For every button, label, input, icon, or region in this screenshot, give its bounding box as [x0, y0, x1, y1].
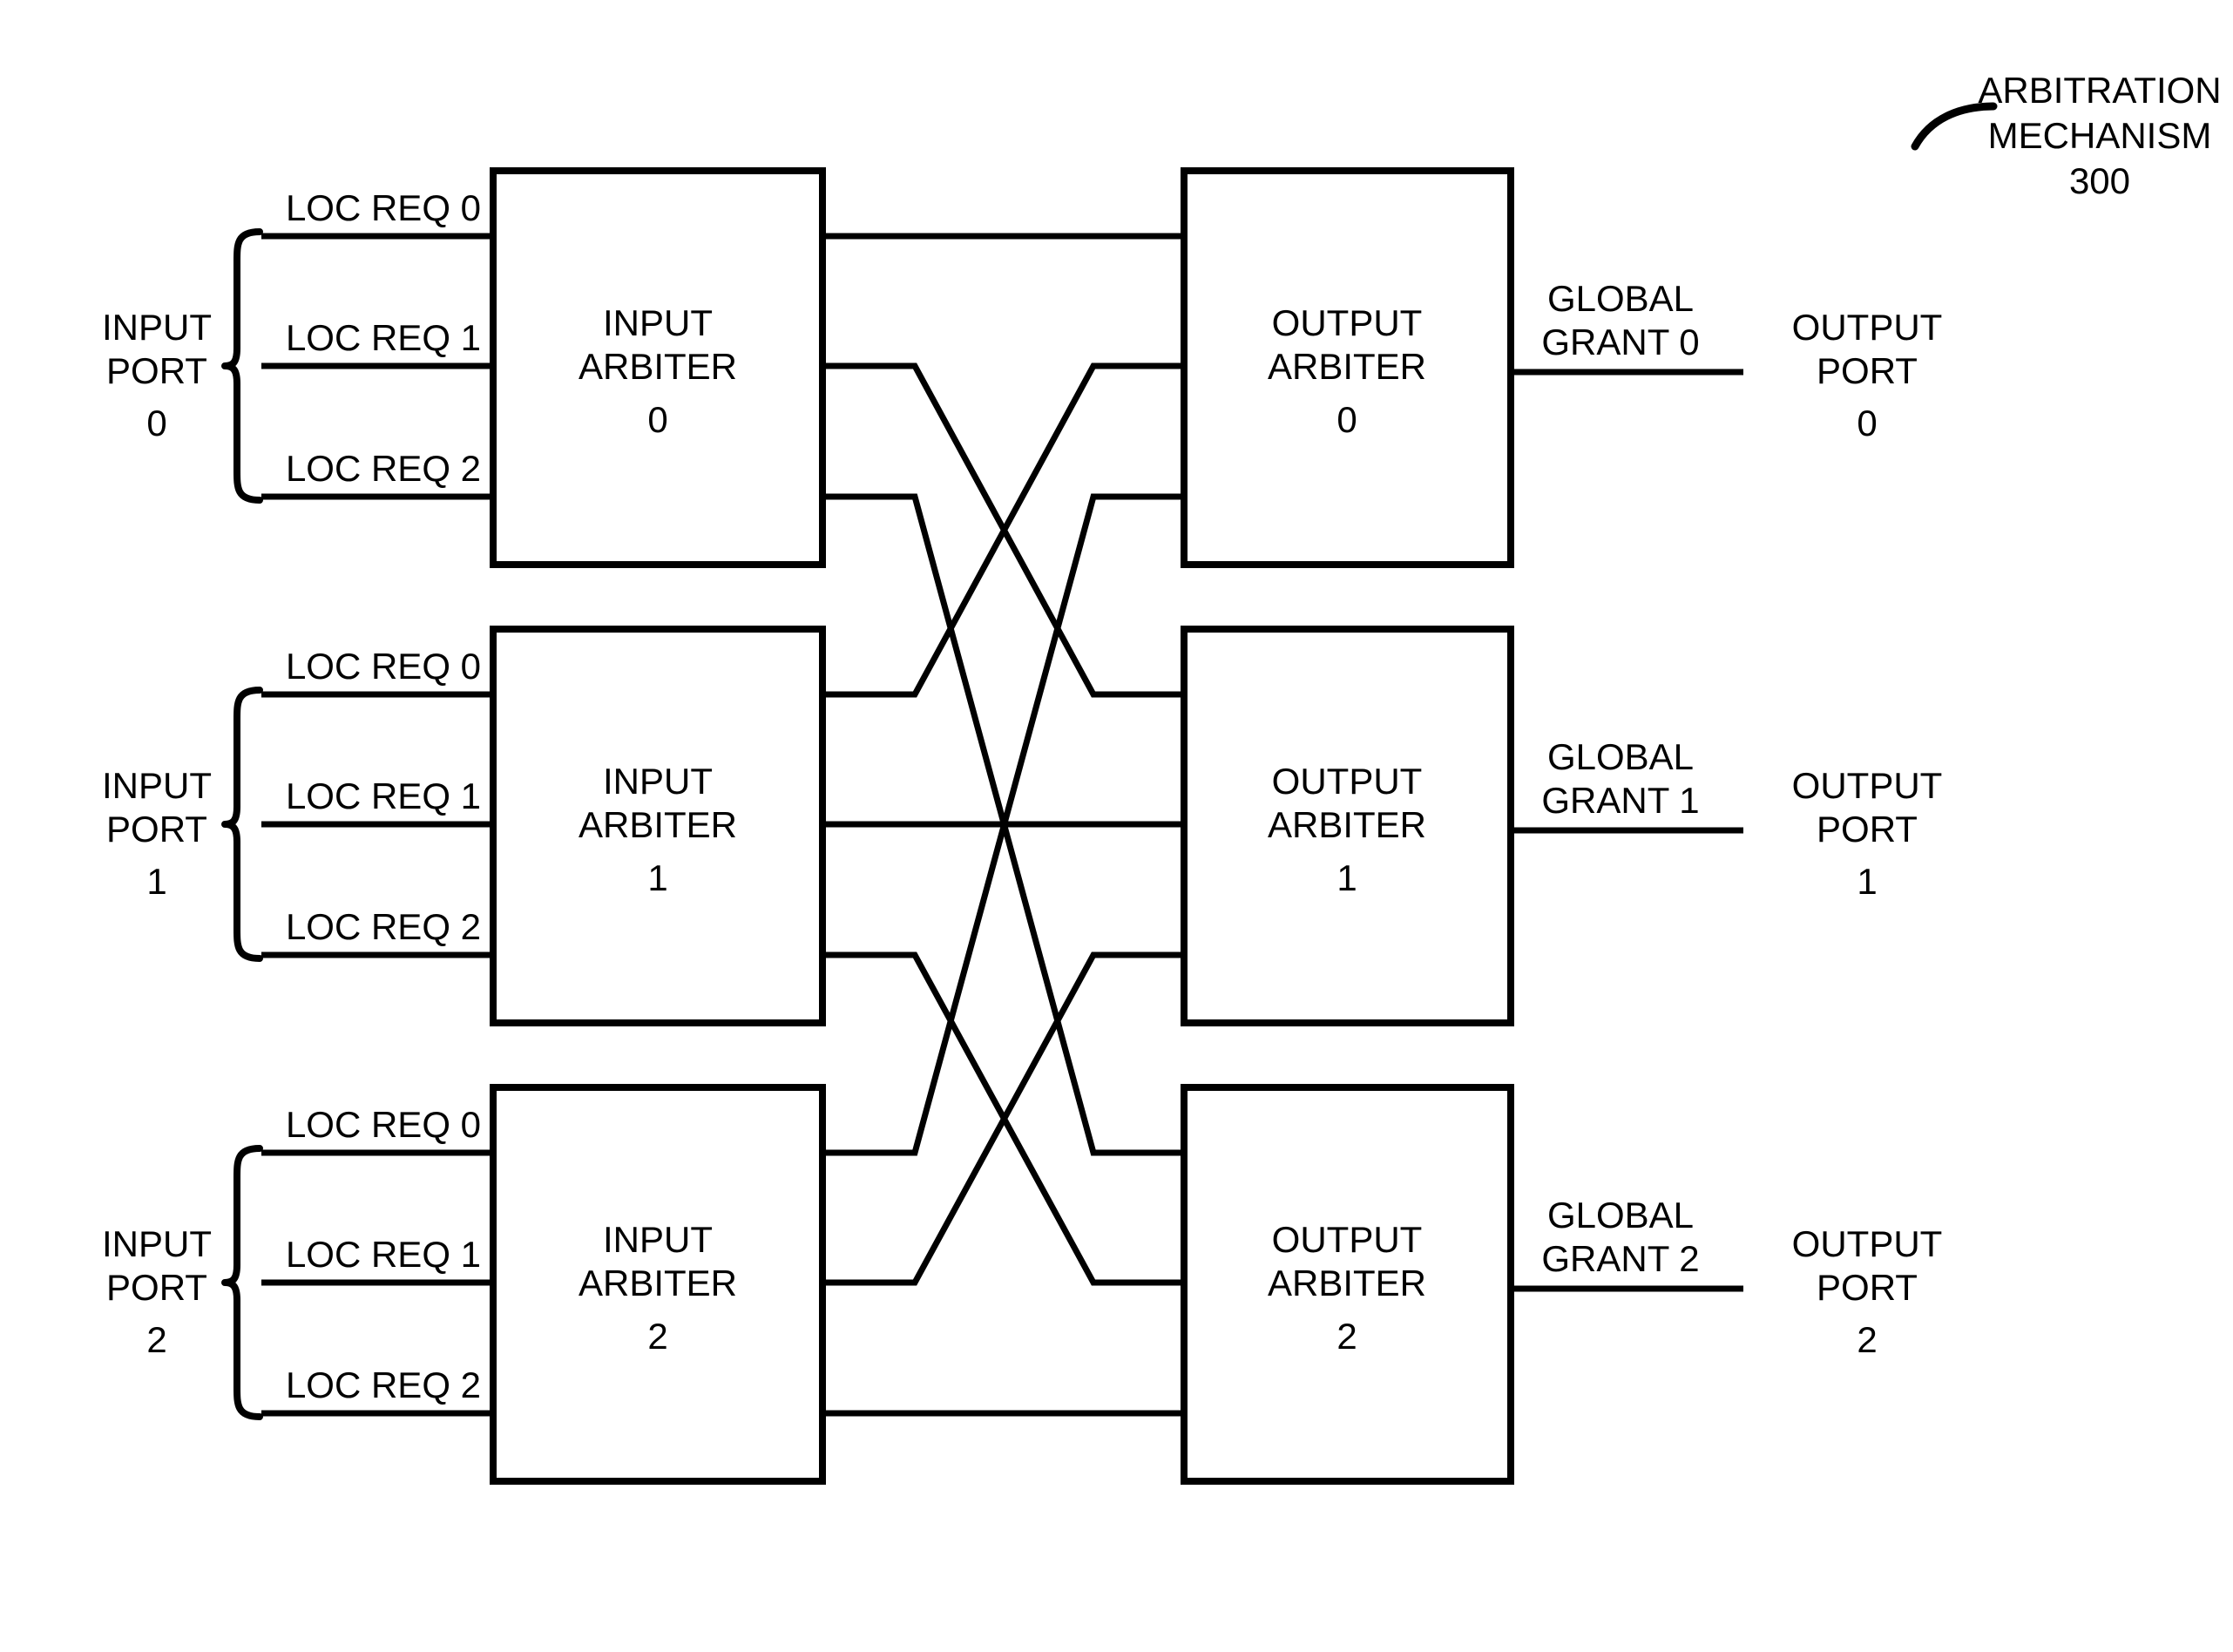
input-arbiter-2-label-line3: 2 [647, 1316, 667, 1357]
input-arbiter-1-label-line3: 1 [647, 857, 667, 898]
output-port-0-label-line1: OUTPUT [1792, 307, 1943, 348]
output-arbiter-0-label-line3: 0 [1336, 399, 1357, 440]
global-grant-1-label-line2: GRANT 1 [1541, 780, 1699, 821]
input-port-label-line1: INPUT [102, 307, 212, 348]
output-arbiter-0-label-line1: OUTPUT [1272, 302, 1423, 343]
figure-title-line1: ARBITRATION [1978, 70, 2221, 111]
output-port-1-label-line3: 1 [1857, 861, 1877, 902]
output-port-2-label-line2: PORT [1817, 1267, 1918, 1308]
loc-req-label: LOC REQ 1 [286, 1234, 481, 1275]
input-port-label-line2: PORT [106, 1267, 207, 1308]
loc-req-label: LOC REQ 1 [286, 775, 481, 816]
output-arbiter-2-label-line1: OUTPUT [1272, 1219, 1423, 1260]
input-arbiter-0-label-line3: 0 [647, 399, 667, 440]
crossbar-link-ia1-oa0 [822, 362, 1184, 698]
output-port-2-label-line1: OUTPUT [1792, 1223, 1943, 1264]
input-port-1-brace [221, 687, 263, 962]
loc-req-label: LOC REQ 2 [286, 906, 481, 947]
input-arbiter-1-label-line1: INPUT [603, 761, 713, 802]
output-arbiter-0-label-line2: ARBITER [1268, 346, 1426, 387]
input-port-label-line3: 1 [146, 861, 166, 902]
loc-req-label: LOC REQ 2 [286, 1364, 481, 1405]
output-port-0-label-line2: PORT [1817, 350, 1918, 391]
crossbar-link-ia2-oa1 [822, 951, 1184, 1286]
figure-title-line2: MECHANISM [1988, 115, 2212, 156]
input-arbiter-2-label-line1: INPUT [603, 1219, 713, 1260]
input-port-label-line2: PORT [106, 809, 207, 850]
output-port-0-label-line3: 0 [1857, 403, 1877, 443]
input-port-label-line1: INPUT [102, 765, 212, 806]
input-arbiter-0-label-line1: INPUT [603, 302, 713, 343]
output-arbiter-1-label-line2: ARBITER [1268, 804, 1426, 845]
figure-canvas: INPUT PORT 0 LOC REQ 0 LOC REQ 1 LOC REQ… [0, 0, 2233, 1652]
input-port-0-brace [221, 228, 263, 504]
global-grant-1-label-line1: GLOBAL [1547, 736, 1694, 777]
output-port-1-label-line2: PORT [1817, 809, 1918, 850]
input-port-label-line3: 2 [146, 1319, 166, 1360]
input-port-label-line1: INPUT [102, 1223, 212, 1264]
output-arbiter-1-label-line3: 1 [1336, 857, 1357, 898]
output-arbiter-2-label-line2: ARBITER [1268, 1263, 1426, 1303]
input-port-2-brace [221, 1145, 263, 1420]
input-port-2-label: INPUT PORT 2 [102, 1223, 212, 1360]
input-arbiter-0-label-line2: ARBITER [579, 346, 737, 387]
output-arbiter-1-label-line1: OUTPUT [1272, 761, 1423, 802]
input-port-label-line3: 0 [146, 403, 166, 443]
output-port-2-label-line3: 2 [1857, 1319, 1877, 1360]
loc-req-label: LOC REQ 0 [286, 646, 481, 687]
input-arbiter-1-label-line2: ARBITER [579, 804, 737, 845]
figure-title-line3: 300 [2069, 160, 2130, 201]
global-grant-2-label-line1: GLOBAL [1547, 1195, 1694, 1236]
global-grant-0-label-line2: GRANT 0 [1541, 322, 1699, 362]
title-leader-line [1911, 102, 1998, 151]
loc-req-label: LOC REQ 1 [286, 317, 481, 358]
loc-req-label: LOC REQ 0 [286, 1104, 481, 1145]
global-grant-2-label-line2: GRANT 2 [1541, 1238, 1699, 1279]
output-arbiter-2-label-line3: 2 [1336, 1316, 1357, 1357]
output-port-1-label-line1: OUTPUT [1792, 765, 1943, 806]
loc-req-label: LOC REQ 0 [286, 187, 481, 228]
loc-req-label: LOC REQ 2 [286, 448, 481, 489]
input-arbiter-2-label-line2: ARBITER [579, 1263, 737, 1303]
input-port-1-label: INPUT PORT 1 [102, 765, 212, 902]
input-port-0-label: INPUT PORT 0 [102, 307, 212, 443]
input-port-label-line2: PORT [106, 350, 207, 391]
global-grant-0-label-line1: GLOBAL [1547, 278, 1694, 319]
